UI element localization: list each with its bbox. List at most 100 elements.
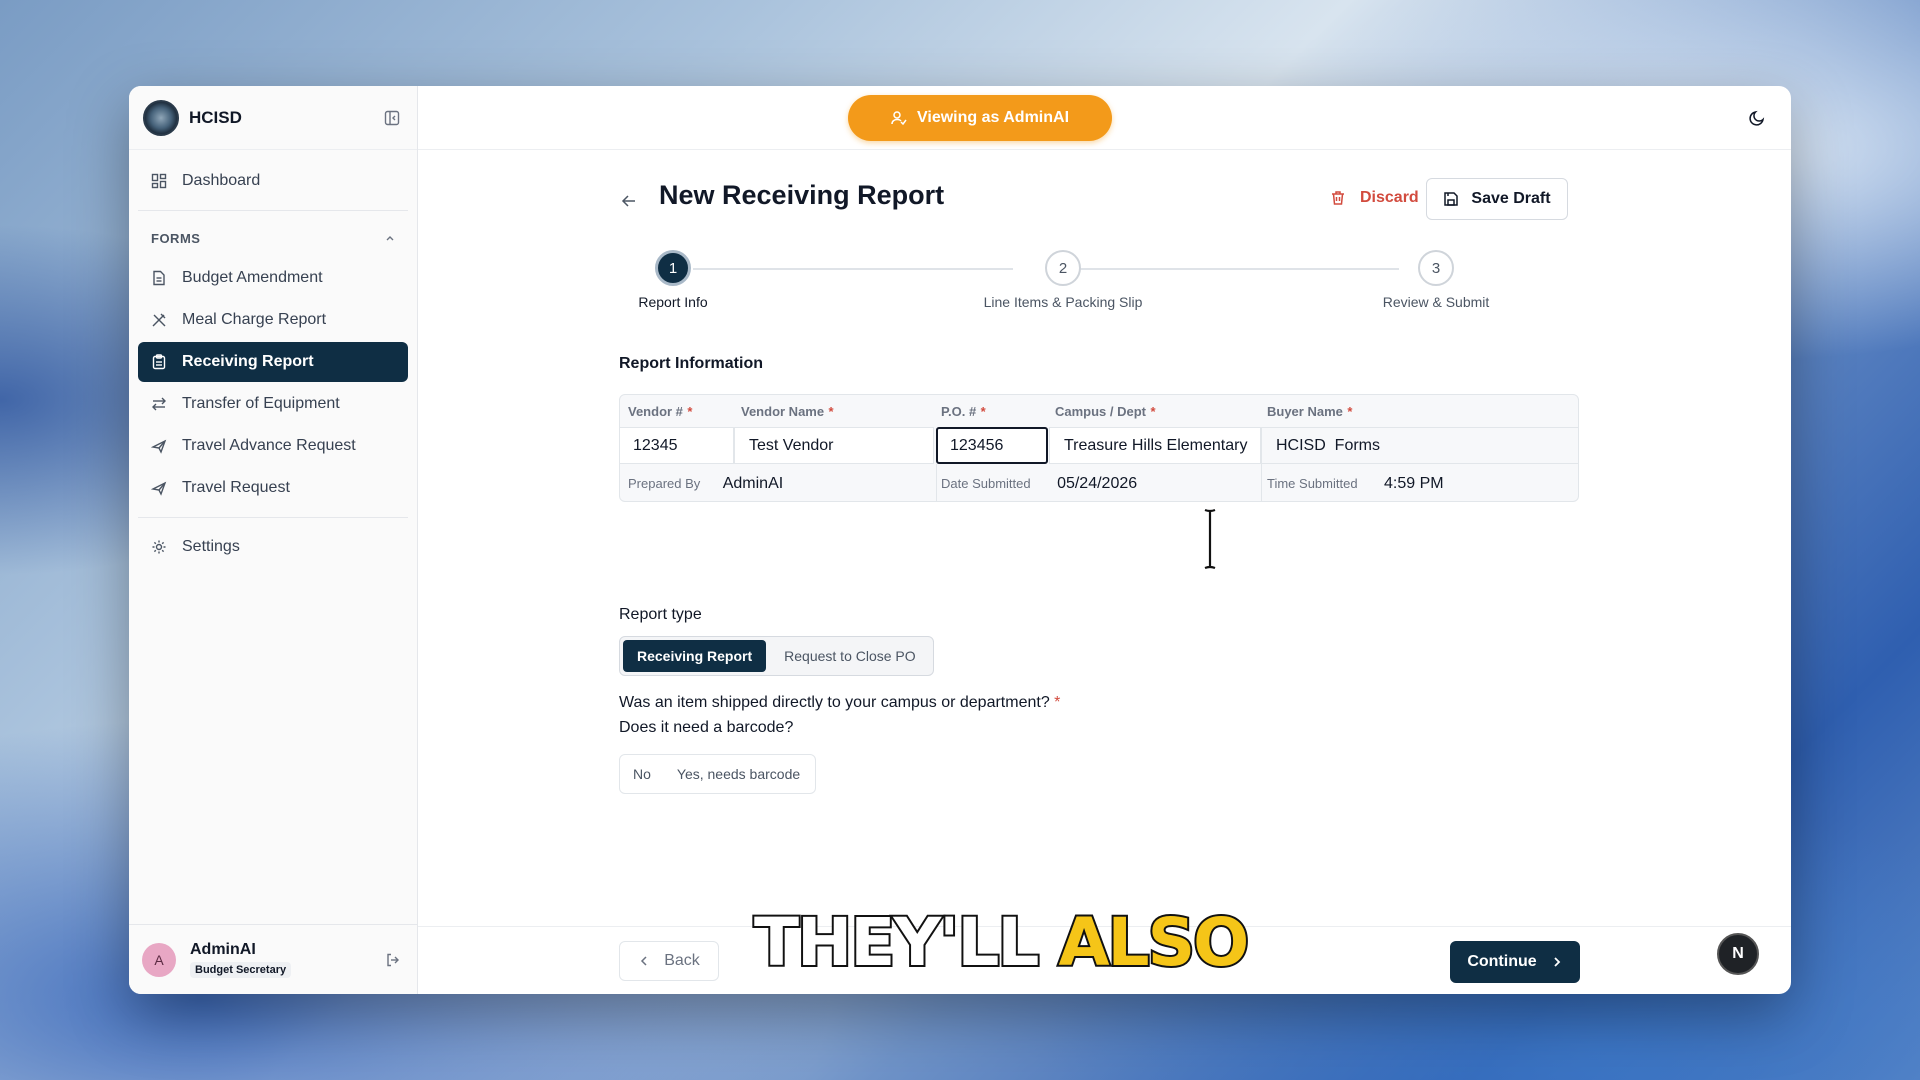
step-3[interactable]: 3 Review & Submit [1356, 250, 1516, 310]
sidebar-item-label: Dashboard [182, 172, 261, 189]
plane-icon [150, 479, 168, 497]
report-type-receiving-report[interactable]: Receiving Report [623, 640, 767, 672]
sidebar-item-transfer-of-equipment[interactable]: Transfer of Equipment [138, 384, 408, 424]
sidebar-item-dashboard[interactable]: Dashboard [138, 161, 408, 201]
barcode-question: Does it need a barcode? [619, 719, 794, 736]
time-submitted: Time Submitted 4:59 PM [1267, 475, 1444, 493]
step-number: 3 [1418, 250, 1454, 286]
theme-toggle-button[interactable] [1745, 106, 1769, 130]
prepared-by-label: Prepared By [628, 476, 701, 491]
vendor-number-field[interactable]: 12345 [620, 427, 734, 464]
step-2[interactable]: 2 Line Items & Packing Slip [963, 250, 1163, 310]
sidebar-item-budget-amendment[interactable]: Budget Amendment [138, 258, 408, 298]
sidebar-item-travel-request[interactable]: Travel Request [138, 468, 408, 508]
user-name: AdminAI [190, 941, 256, 958]
vendor-number-label: Vendor # * [628, 404, 693, 419]
campus-dept-value: Treasure Hills Elementary [1064, 437, 1248, 454]
divider [936, 464, 937, 501]
step-label: Line Items & Packing Slip [983, 294, 1143, 310]
prepared-by-value: AdminAI [722, 475, 784, 492]
sidebar-item-label: Meal Charge Report [182, 311, 327, 328]
forms-section-toggle[interactable]: FORMS [129, 220, 417, 256]
brand-name: HCISD [189, 107, 242, 127]
sidebar-item-label: Travel Advance Request [182, 437, 356, 454]
campus-dept-field[interactable]: Treasure Hills Elementary [1049, 427, 1261, 464]
report-type-title: Report type [619, 606, 702, 623]
sidebar-item-travel-advance-request[interactable]: Travel Advance Request [138, 426, 408, 466]
discard-button[interactable]: Discard [1318, 178, 1431, 218]
gear-icon [150, 538, 168, 556]
brand-header: HCISD [129, 86, 417, 150]
logout-button[interactable] [382, 949, 404, 971]
user-profile: A AdminAI Budget Secretary [129, 924, 417, 994]
back-button[interactable]: Back [619, 941, 719, 981]
form-content: New Receiving Report Discard Save Draft … [418, 150, 1791, 994]
viewing-as-text: Viewing as AdminAI [916, 109, 1070, 126]
discard-label: Discard [1360, 189, 1419, 206]
step-label: Review & Submit [1382, 294, 1490, 310]
moon-icon [1749, 110, 1765, 126]
barcode-option-yes[interactable]: Yes, needs barcode [665, 758, 812, 790]
log-out-icon [387, 953, 399, 966]
district-seal-logo [143, 99, 179, 136]
vendor-number-value: 12345 [633, 437, 678, 454]
back-label: Back [664, 952, 700, 969]
panel-left-icon [384, 110, 400, 125]
progress-stepper: 1 Report Info 2 Line Items & Packing Sli… [593, 250, 1489, 320]
date-submitted-label: Date Submitted [941, 476, 1031, 491]
user-check-icon [891, 111, 907, 126]
po-number-value: 123456 [950, 437, 1004, 454]
buyer-name-label: Buyer Name * [1267, 404, 1353, 419]
user-role-badge: Budget Secretary [190, 962, 292, 978]
barcode-toggle: No Yes, needs barcode [619, 754, 817, 794]
date-submitted: Date Submitted 05/24/2026 [941, 475, 1137, 493]
question-text: Was an item shipped directly to your cam… [619, 694, 1050, 711]
caption-white: THEY'LL [752, 904, 1041, 981]
sidebar-item-label: Receiving Report [182, 353, 314, 370]
required-mark: * [1054, 694, 1061, 711]
avatar: A [142, 942, 176, 977]
sidebar-item-meal-charge-report[interactable]: Meal Charge Report [138, 300, 408, 340]
vendor-name-field[interactable]: Test Vendor [734, 427, 934, 464]
step-number: 1 [655, 250, 691, 286]
step-label: Report Info [638, 294, 708, 310]
grid-icon [150, 172, 168, 190]
divider [1261, 464, 1262, 501]
file-text-icon [150, 269, 168, 287]
report-type-toggle: Receiving Report Request to Close PO [619, 636, 934, 676]
arrows-swap-icon [150, 395, 168, 413]
chevron-left-icon [641, 956, 647, 966]
report-type-request-close-po[interactable]: Request to Close PO [770, 640, 930, 672]
app-window: HCISD Dashboard FORMS Budget Amendment M… [129, 86, 1791, 994]
clipboard-icon [150, 353, 168, 371]
time-submitted-label: Time Submitted [1267, 476, 1358, 491]
vendor-name-value: Test Vendor [749, 437, 834, 454]
sidebar-item-settings[interactable]: Settings [138, 527, 408, 567]
video-caption: THEY'LL ALSO [752, 908, 1251, 978]
n-badge-button[interactable]: N [1717, 933, 1759, 975]
back-arrow-button[interactable] [618, 190, 640, 212]
buyer-name-value: HCISD Forms [1276, 437, 1380, 454]
sidebar-collapse-button[interactable] [381, 107, 403, 129]
po-number-input[interactable]: 123456 [936, 427, 1048, 464]
save-draft-button[interactable]: Save Draft [1426, 178, 1568, 220]
main-area: Viewing as AdminAI New Receiving Report … [418, 86, 1791, 994]
report-information-title: Report Information [619, 355, 763, 372]
divider [138, 210, 408, 211]
text-cursor-icon [1204, 508, 1216, 570]
sidebar: HCISD Dashboard FORMS Budget Amendment M… [129, 86, 418, 994]
barcode-option-no[interactable]: No [623, 758, 661, 790]
chevron-right-icon [1554, 957, 1560, 967]
save-icon [1444, 192, 1459, 206]
continue-label: Continue [1467, 953, 1537, 970]
time-submitted-value: 4:59 PM [1384, 475, 1444, 492]
buyer-name-field[interactable]: HCISD Forms [1261, 427, 1578, 464]
section-label: FORMS [151, 230, 201, 246]
viewing-as-banner[interactable]: Viewing as AdminAI [848, 95, 1112, 141]
caption-yellow: ALSO [1056, 904, 1251, 981]
prepared-by: Prepared By AdminAI [628, 475, 783, 493]
step-1[interactable]: 1 Report Info [593, 250, 753, 310]
vendor-name-label: Vendor Name * [741, 404, 834, 419]
continue-button[interactable]: Continue [1450, 941, 1580, 983]
sidebar-item-receiving-report[interactable]: Receiving Report [138, 342, 408, 382]
